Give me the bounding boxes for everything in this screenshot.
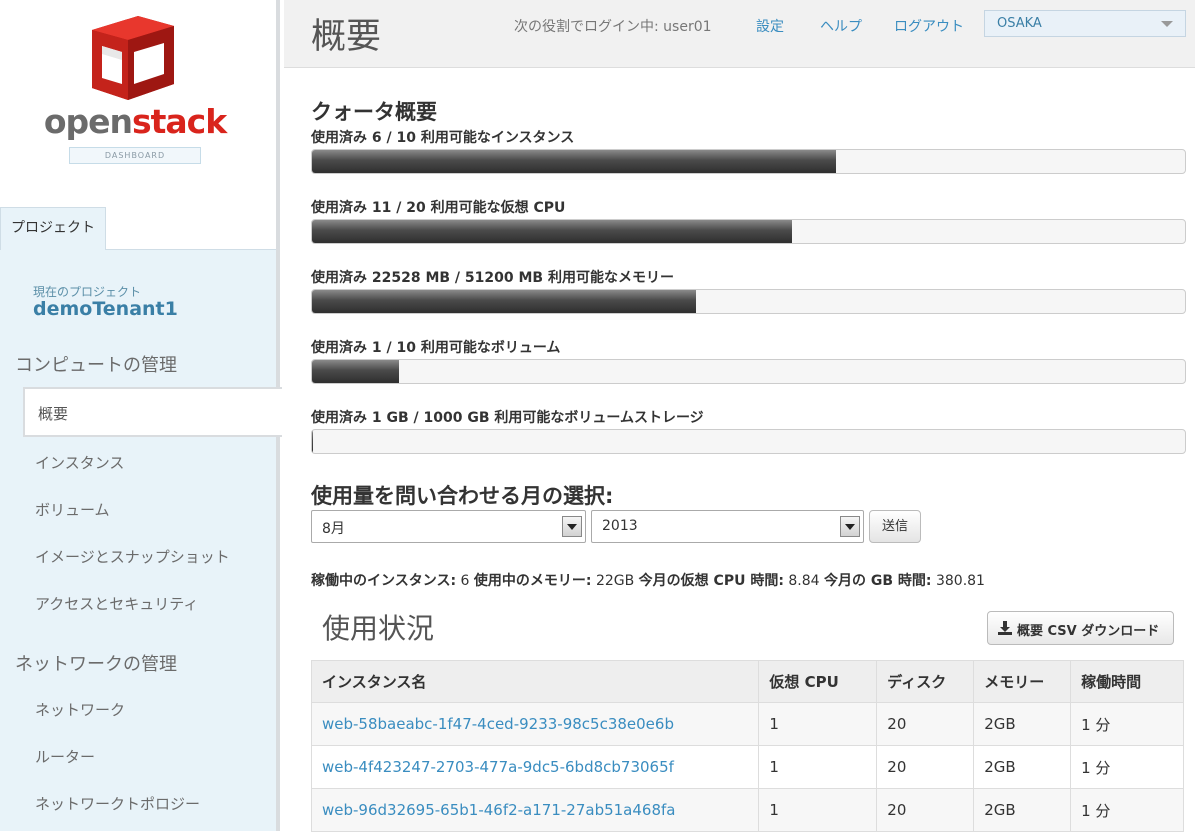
- main-content: クォータ概要 使用済み 6 / 10 利用可能なインスタンス 使用済み 11 /…: [284, 69, 1195, 832]
- month-select[interactable]: 8月: [311, 510, 586, 543]
- sidebar-item-network-topology[interactable]: ネットワークトポロジー: [35, 793, 200, 814]
- settings-link[interactable]: 設定: [756, 16, 784, 36]
- quota-bar-volumes: [311, 359, 1186, 384]
- instance-link[interactable]: web-58baeabc-1f47-4ced-9233-98c5c38e0e6b: [322, 715, 674, 733]
- quota-label-memory: 使用済み 22528 MB / 51200 MB 利用可能なメモリー: [311, 270, 674, 286]
- memory-label: 使用中のメモリー:: [473, 573, 592, 589]
- csv-download-button[interactable]: 概要 CSV ダウンロード: [987, 611, 1174, 645]
- column-header-uptime[interactable]: 稼働時間: [1070, 660, 1184, 703]
- openstack-logo-icon[interactable]: [78, 14, 188, 104]
- sidebar-item-routers[interactable]: ルーター: [35, 746, 95, 767]
- download-icon: [998, 621, 1012, 635]
- column-header-disk[interactable]: ディスク: [876, 660, 975, 703]
- vcpu-cell: 1: [758, 788, 878, 832]
- vcpu-hours-value: 8.84: [788, 573, 820, 589]
- sidebar-item-networks[interactable]: ネットワーク: [35, 699, 125, 720]
- chevron-down-icon: [1161, 21, 1173, 27]
- column-header-memory[interactable]: メモリー: [973, 660, 1072, 703]
- column-header-instance-name[interactable]: インスタンス名: [310, 660, 760, 703]
- disk-cell: 20: [876, 745, 975, 789]
- region-select-value: OSAKA: [997, 16, 1042, 31]
- uptime-cell: 1 分: [1070, 788, 1184, 832]
- memory-cell: 2GB: [973, 788, 1072, 832]
- column-header-vcpu[interactable]: 仮想 CPU: [758, 660, 878, 703]
- instance-name-cell: web-96d32695-65b1-46f2-a171-27ab51a468fa: [310, 788, 760, 832]
- active-instances-label: 稼働中のインスタンス:: [311, 573, 457, 589]
- sidebar-item-instances[interactable]: インスタンス: [35, 452, 124, 473]
- section-network-title: ネットワークの管理: [15, 654, 177, 675]
- quota-label-volume-storage: 使用済み 1 GB / 1000 GB 利用可能なボリュームストレージ: [311, 410, 704, 426]
- uptime-cell: 1 分: [1070, 745, 1184, 789]
- usage-table: インスタンス名 仮想 CPU ディスク メモリー 稼働時間 web-58baea…: [310, 660, 1184, 832]
- table-row: web-58baeabc-1f47-4ced-9233-98c5c38e0e6b…: [310, 702, 1184, 746]
- quota-bar-fill: [312, 150, 836, 173]
- current-project-name[interactable]: demoTenant1: [33, 298, 178, 320]
- csv-download-label: 概要 CSV ダウンロード: [1017, 624, 1160, 639]
- table-header-row: インスタンス名 仮想 CPU ディスク メモリー 稼働時間: [310, 660, 1184, 703]
- memory-cell: 2GB: [973, 702, 1072, 746]
- sidebar-item-label: 概要: [38, 405, 69, 423]
- quota-bar-volume-storage: [311, 429, 1186, 454]
- logo-wordmark: openstack: [43, 102, 227, 141]
- disk-cell: 20: [876, 702, 975, 746]
- instance-link[interactable]: web-96d32695-65b1-46f2-a171-27ab51a468fa: [322, 801, 675, 819]
- logout-link[interactable]: ログアウト: [894, 16, 964, 36]
- month-select-heading: 使用量を問い合わせる月の選択:: [311, 484, 614, 508]
- vcpu-hours-label: 今月の仮想 CPU 時間:: [638, 573, 784, 589]
- table-row: web-96d32695-65b1-46f2-a171-27ab51a468fa…: [310, 788, 1184, 832]
- login-info: 次の役割でログイン中: user01: [514, 19, 712, 35]
- sidebar-item-images-snapshots[interactable]: イメージとスナップショット: [35, 546, 230, 567]
- sidebar-item-overview[interactable]: 概要: [23, 387, 282, 437]
- sidebar: openstack DASHBOARD プロジェクト 現在のプロジェクト dem…: [0, 0, 282, 831]
- quota-bar-instances: [311, 149, 1186, 174]
- dropdown-arrow-icon: [562, 516, 582, 537]
- submit-button[interactable]: 送信: [869, 510, 921, 543]
- quota-label-vcpu: 使用済み 11 / 20 利用可能な仮想 CPU: [311, 200, 566, 216]
- quota-bar-memory: [311, 289, 1186, 314]
- memory-cell: 2GB: [973, 745, 1072, 789]
- disk-cell: 20: [876, 788, 975, 832]
- gb-hours-label: 今月の GB 時間:: [824, 573, 932, 589]
- quota-bar-fill: [312, 360, 400, 383]
- vcpu-cell: 1: [758, 745, 878, 789]
- quota-bar-fill: [312, 290, 697, 313]
- quota-label-volumes: 使用済み 1 / 10 利用可能なボリューム: [311, 340, 561, 356]
- usage-summary: 稼働中のインスタンス: 6 使用中のメモリー: 22GB 今月の仮想 CPU 時…: [311, 570, 985, 590]
- memory-value: 22GB: [595, 573, 635, 589]
- dropdown-arrow-icon: [840, 516, 860, 537]
- logo-badge: DASHBOARD: [69, 147, 201, 164]
- instance-link[interactable]: web-4f423247-2703-477a-9dc5-6bd8cb73065f: [322, 758, 674, 776]
- usage-title: 使用状況: [322, 612, 435, 645]
- gb-hours-value: 380.81: [935, 573, 985, 589]
- instance-name-cell: web-58baeabc-1f47-4ced-9233-98c5c38e0e6b: [310, 702, 760, 746]
- sidebar-item-volumes[interactable]: ボリューム: [35, 499, 110, 520]
- region-select[interactable]: OSAKA: [984, 10, 1186, 37]
- quota-bar-fill: [312, 220, 793, 243]
- page-header: 概要 次の役割でログイン中: user01 設定 ヘルプ ログアウト OSAKA: [284, 0, 1195, 68]
- sidebar-tabbar: プロジェクト: [0, 207, 276, 250]
- brand-area: openstack DASHBOARD: [0, 0, 276, 207]
- month-select-value: 8月: [322, 521, 345, 537]
- page-title: 概要: [311, 17, 382, 57]
- table-row: web-4f423247-2703-477a-9dc5-6bd8cb73065f…: [310, 745, 1184, 789]
- tab-project[interactable]: プロジェクト: [0, 207, 106, 250]
- year-select[interactable]: 2013: [591, 510, 864, 543]
- uptime-cell: 1 分: [1070, 702, 1184, 746]
- quota-heading: クォータ概要: [311, 100, 437, 124]
- section-compute-title: コンピュートの管理: [15, 355, 177, 376]
- sidebar-item-access-security[interactable]: アクセスとセキュリティ: [35, 593, 198, 614]
- quota-bar-vcpu: [311, 219, 1186, 244]
- instance-name-cell: web-4f423247-2703-477a-9dc5-6bd8cb73065f: [310, 745, 760, 789]
- year-select-value: 2013: [602, 518, 638, 534]
- vcpu-cell: 1: [758, 702, 878, 746]
- quota-bar-fill: [312, 430, 313, 453]
- help-link[interactable]: ヘルプ: [820, 16, 862, 36]
- active-instances-value: 6: [460, 573, 470, 589]
- quota-label-instances: 使用済み 6 / 10 利用可能なインスタンス: [311, 130, 575, 146]
